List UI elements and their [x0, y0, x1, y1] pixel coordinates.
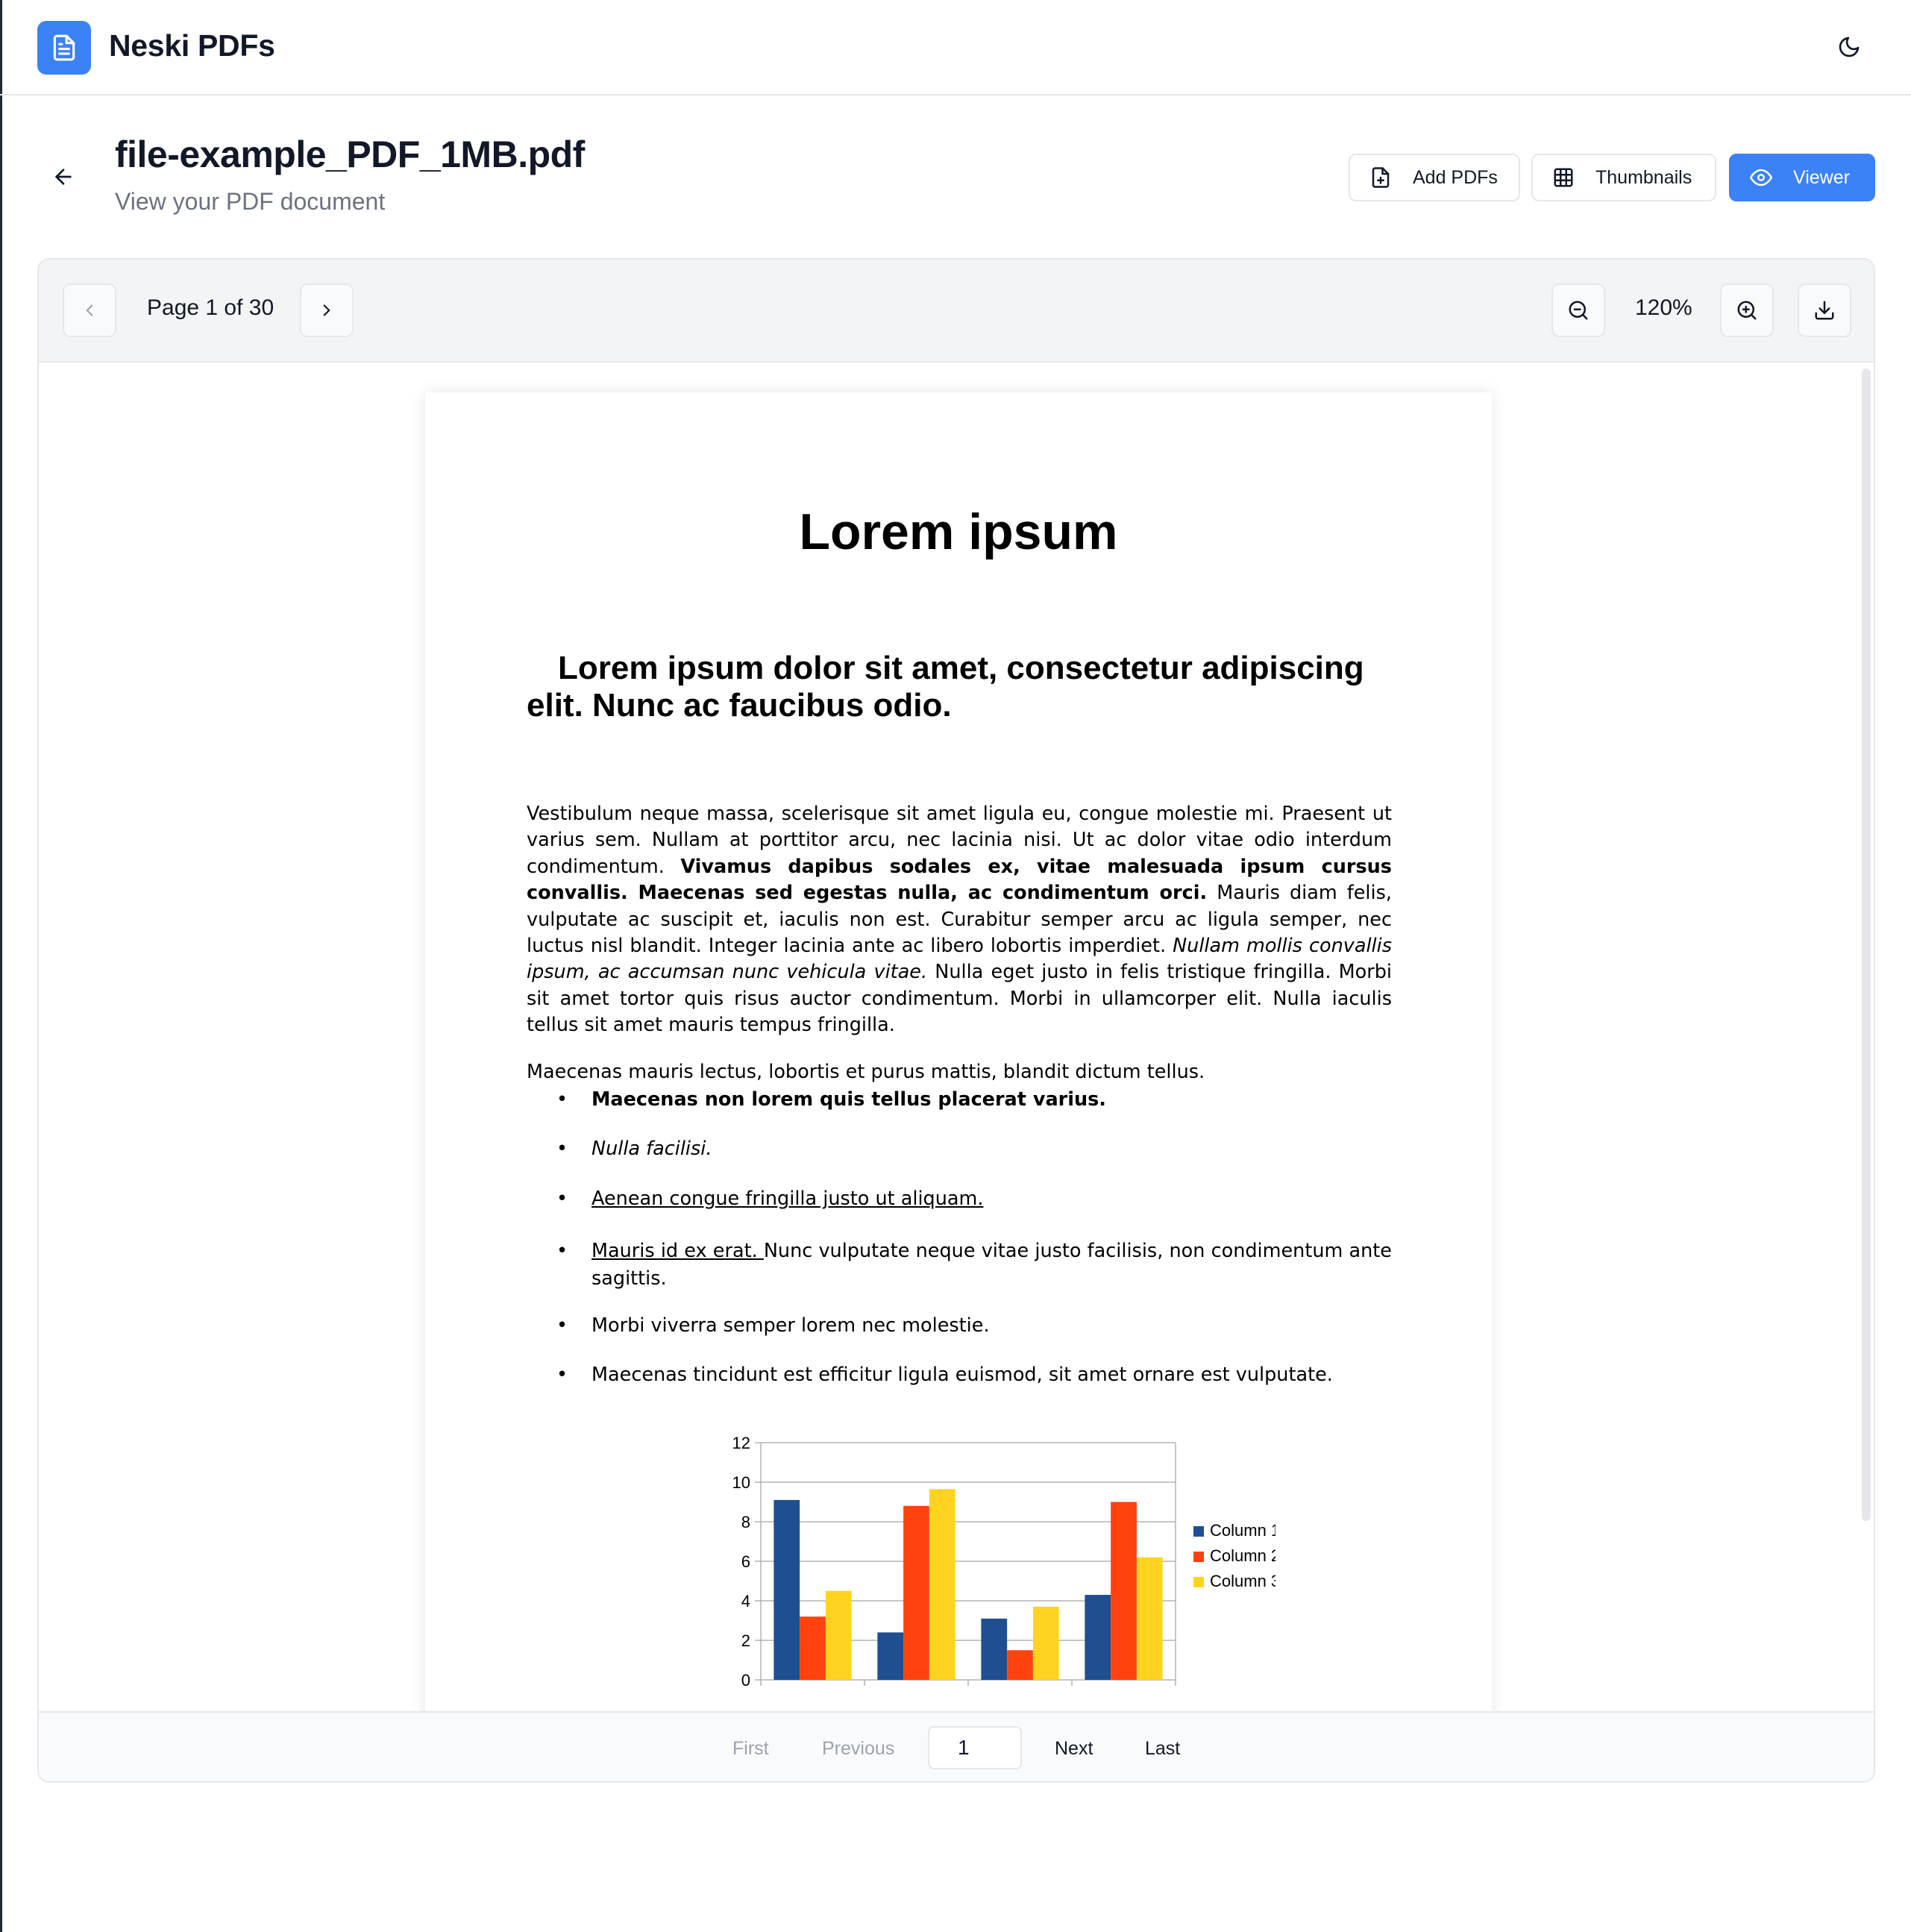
- list-item-text: Aenean congue fringilla justo ut aliquam…: [592, 1185, 1392, 1213]
- bar-column-2: [800, 1616, 826, 1680]
- arrow-left-icon: [55, 169, 72, 185]
- bullet: •: [556, 1188, 568, 1210]
- y-tick-label: 0: [741, 1671, 750, 1690]
- legend-label: Column 3: [1210, 1572, 1275, 1590]
- legend-swatch: [1193, 1526, 1204, 1537]
- eye-icon: [1750, 166, 1772, 189]
- bullet: •: [556, 1364, 568, 1386]
- bar-column-3: [1032, 1606, 1059, 1680]
- document-subtitle: View your PDF document: [115, 188, 386, 215]
- document-title: file-example_PDF_1MB.pdf: [115, 134, 585, 175]
- zoom-in-icon: [1737, 301, 1757, 320]
- bullet: •: [556, 1088, 568, 1111]
- bar-chart: 0 2 4 6 8 10 12 Column 1 Column 2 Column 3: [732, 1434, 1275, 1690]
- zoom-out-icon: [1569, 301, 1588, 320]
- bar-column-2: [903, 1505, 929, 1680]
- thumbnails-button[interactable]: Thumbnails: [1531, 154, 1716, 201]
- y-tick-label: 6: [741, 1552, 750, 1571]
- window-edge: [0, 0, 2, 1932]
- viewer-label: Viewer: [1793, 166, 1850, 188]
- moon-icon: [1839, 37, 1860, 57]
- legend-label: Column 1: [1210, 1521, 1275, 1540]
- previous-page-button[interactable]: [63, 283, 116, 337]
- bar-column-1: [981, 1618, 1008, 1680]
- zoom-level: 120%: [1635, 295, 1692, 320]
- underlined-text: Aenean congue fringilla justo ut aliquam…: [592, 1188, 984, 1210]
- pdf-viewer-panel: Page 1 of 30 120% Lorem ipsum Lorem ipsu…: [37, 258, 1875, 1783]
- next-page-button[interactable]: [300, 283, 354, 337]
- legend-swatch: [1193, 1552, 1204, 1562]
- y-tick-label: 12: [732, 1434, 750, 1452]
- list-item-text: Maecenas non lorem quis tellus placerat …: [592, 1088, 1106, 1111]
- bar-column-1: [877, 1632, 904, 1680]
- pdf-scroll-area[interactable]: Lorem ipsum Lorem ipsum dolor sit amet, …: [39, 363, 1874, 1711]
- next-page-link[interactable]: Next: [1055, 1738, 1093, 1760]
- thumbnails-label: Thumbnails: [1595, 166, 1692, 188]
- chevron-right-icon: [323, 304, 330, 316]
- previous-page-link[interactable]: Previous: [822, 1738, 894, 1760]
- pdf-title: Lorem ipsum: [799, 504, 1118, 560]
- app-title: Neski PDFs: [109, 28, 275, 63]
- pagination-bar: First Previous Next Last: [39, 1711, 1874, 1781]
- legend-swatch: [1193, 1577, 1204, 1587]
- list-item-text: Nulla facilisi.: [592, 1138, 712, 1160]
- add-pdfs-button[interactable]: Add PDFs: [1349, 154, 1520, 201]
- list-item-text: Morbi viverra semper lorem nec molestie.: [592, 1314, 990, 1337]
- bar-column-3: [825, 1590, 852, 1680]
- download-icon: [1815, 301, 1834, 320]
- add-pdfs-label: Add PDFs: [1413, 166, 1498, 188]
- pdf-paragraph-2: Maecenas mauris lectus, lobortis et puru…: [527, 1061, 1205, 1083]
- bar-column-2: [1111, 1502, 1137, 1680]
- zoom-out-button[interactable]: [1551, 283, 1605, 337]
- page-indicator: Page 1 of 30: [147, 295, 274, 320]
- back-button[interactable]: [45, 158, 82, 195]
- y-tick-label: 2: [741, 1631, 750, 1650]
- app-header: Neski PDFs: [0, 0, 1911, 95]
- viewer-button[interactable]: Viewer: [1729, 154, 1875, 201]
- file-plus-icon: [1369, 166, 1392, 189]
- bullet: •: [556, 1138, 568, 1160]
- document-icon: [53, 34, 75, 61]
- first-page-link[interactable]: First: [732, 1738, 769, 1760]
- list-item-text: Maecenas tincidunt est efficitur ligula …: [592, 1364, 1333, 1386]
- y-tick-label: 4: [741, 1592, 750, 1610]
- pdf-paragraph-1: Vestibulum neque massa, scelerisque sit …: [527, 801, 1392, 1039]
- download-button[interactable]: [1798, 283, 1851, 337]
- y-tick-label: 10: [732, 1473, 750, 1492]
- viewer-toolbar: Page 1 of 30 120%: [39, 260, 1874, 363]
- pdf-page: Lorem ipsum Lorem ipsum dolor sit amet, …: [425, 392, 1492, 1711]
- bar-column-2: [1007, 1650, 1033, 1680]
- legend-label: Column 2: [1210, 1546, 1275, 1565]
- bullet: •: [556, 1240, 568, 1262]
- bar-column-3: [1136, 1557, 1163, 1680]
- bar-column-3: [929, 1489, 956, 1680]
- grid-icon: [1552, 166, 1575, 189]
- list-item-text: Mauris id ex erat. Nunc vulputate neque …: [592, 1238, 1392, 1293]
- vertical-scrollbar[interactable]: [1862, 368, 1871, 1521]
- theme-toggle-button[interactable]: [1830, 28, 1868, 66]
- page-number-input[interactable]: [928, 1726, 1022, 1769]
- underlined-text: Mauris id ex erat.: [592, 1240, 764, 1262]
- chevron-left-icon: [86, 304, 93, 316]
- pdf-heading: Lorem ipsum dolor sit amet, consectetur …: [527, 650, 1364, 724]
- bar-column-1: [774, 1499, 800, 1680]
- last-page-link[interactable]: Last: [1145, 1738, 1180, 1760]
- bullet: •: [556, 1314, 568, 1337]
- app-logo[interactable]: [37, 21, 91, 75]
- bar-column-1: [1085, 1595, 1111, 1680]
- zoom-in-button[interactable]: [1720, 283, 1774, 337]
- y-tick-label: 8: [741, 1513, 750, 1531]
